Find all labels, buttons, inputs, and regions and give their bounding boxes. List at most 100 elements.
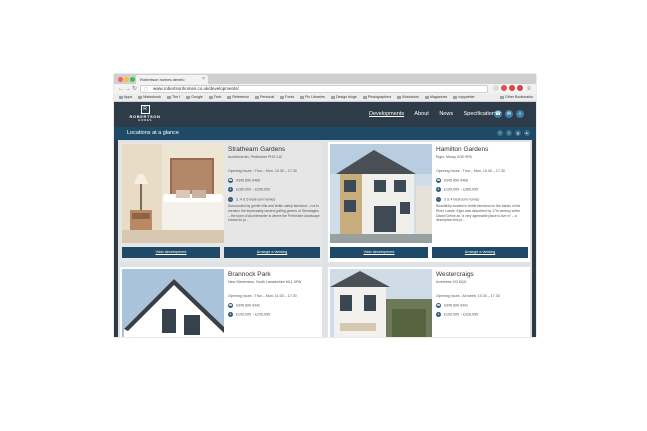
extension-icon-2[interactable] <box>509 85 515 91</box>
nav-specifications[interactable]: Specifications <box>464 111 498 117</box>
house-icon: ⌂ <box>228 196 233 202</box>
back-arrow-icon[interactable]: ← <box>118 85 124 93</box>
view-development-button[interactable]: View development <box>330 247 428 258</box>
mail-icon[interactable]: ✉ <box>505 110 513 118</box>
folder-icon <box>397 95 402 99</box>
youtube-icon[interactable]: ▸ <box>524 130 530 136</box>
bedroom-info: 3 & 4 bedroom homes <box>444 197 480 202</box>
development-info: Hamilton Gardens Elgin, Moray IV30 5PA O… <box>436 145 528 223</box>
phone-row[interactable]: ☎ 0345 890 9441 <box>436 303 528 308</box>
folder-icon <box>453 95 458 99</box>
pound-icon: £ <box>436 312 441 318</box>
development-card: Brannock Park New Stevenston, North Lana… <box>120 267 322 337</box>
house-icon: ⌂ <box>436 196 441 202</box>
folder-icon <box>166 95 171 99</box>
price-row: £ £145,995 – £235,995 <box>228 312 320 318</box>
house-photo <box>330 269 432 337</box>
price-range: £199,995 – £389,995 <box>444 187 478 192</box>
phone-icon: ☎ <box>228 303 233 308</box>
development-title[interactable]: Strathearn Gardens <box>228 145 320 154</box>
development-description: Beautifully located in fertile farmland … <box>436 204 521 223</box>
nav-about[interactable]: About <box>414 111 428 117</box>
bookmark-item[interactable]: The t <box>166 94 180 101</box>
developments-grid: Strathearn Gardens Auchterarder, Perthsh… <box>118 140 532 337</box>
close-window-button[interactable] <box>118 77 123 82</box>
phone-number: 0345 890 9442 <box>236 303 260 308</box>
folder-icon <box>208 95 213 99</box>
folder-icon <box>138 95 143 99</box>
view-development-button[interactable]: View development <box>122 247 220 258</box>
facebook-icon[interactable]: f <box>497 130 503 136</box>
development-title[interactable]: Hamilton Gardens <box>436 145 528 154</box>
arrange-viewing-button[interactable]: Arrange a viewing <box>224 247 320 258</box>
development-title[interactable]: Westercraigs <box>436 270 528 279</box>
phone-number: 0345 890 9468 <box>444 178 468 183</box>
bookmark-item[interactable]: Design blogs <box>330 94 357 101</box>
reload-icon[interactable]: ↻ <box>132 85 137 93</box>
house-photo <box>330 144 432 243</box>
extension-icon-3[interactable] <box>517 85 523 91</box>
bookmark-item[interactable]: Illustrators <box>397 94 419 101</box>
logo-mark: R <box>140 105 150 114</box>
minimize-window-button[interactable] <box>124 77 129 82</box>
search-icon[interactable]: ⌕ <box>516 110 524 118</box>
bookmark-item[interactable]: Personal <box>254 94 274 101</box>
folder-icon <box>424 95 429 99</box>
development-photo[interactable] <box>122 269 224 337</box>
bookmark-item[interactable]: Makerbook <box>138 94 161 101</box>
extension-icon[interactable] <box>501 85 507 91</box>
phone-icon[interactable]: ☎ <box>494 110 502 118</box>
price-range: £199,995 – £328,995 <box>444 312 478 317</box>
phone-row[interactable]: ☎ 0345 890 9442 <box>228 303 320 308</box>
close-icon[interactable]: × <box>202 75 205 84</box>
phone-icon: ☎ <box>436 303 441 308</box>
phone-row[interactable]: ☎ 0345 890 9468 <box>436 178 528 183</box>
google-plus-icon[interactable]: g <box>515 130 521 136</box>
logo-sub: HOMES <box>137 118 152 122</box>
address-bar[interactable]: ◻ www.robertsonhomes.co.uk/developments/ <box>140 85 488 93</box>
house-photo <box>122 269 224 337</box>
nav-developments[interactable]: Developments <box>369 111 404 117</box>
bookmark-item[interactable]: Google <box>186 94 203 101</box>
phone-row[interactable]: ☎ 0345 890 9466 <box>228 178 320 183</box>
bookmark-item[interactable]: Reference <box>227 94 249 101</box>
arrange-viewing-button[interactable]: Arrange a viewing <box>432 247 528 258</box>
opening-hours: Opening hours : Thur – Mon, 10.30 – 17.3… <box>228 169 297 173</box>
other-bookmarks[interactable]: Other Bookmarks <box>500 94 533 101</box>
phone-number: 0345 890 9441 <box>444 303 468 308</box>
pound-icon: £ <box>228 312 233 318</box>
bookmark-item[interactable]: Pic Libraries <box>300 94 325 101</box>
development-title[interactable]: Brannock Park <box>228 270 320 279</box>
development-photo[interactable] <box>330 269 432 337</box>
star-icon[interactable] <box>493 85 499 91</box>
browser-tab[interactable]: Robertson homes develo × <box>136 75 208 84</box>
bedroom-photo <box>122 144 224 243</box>
maximize-window-button[interactable] <box>130 77 135 82</box>
twitter-icon[interactable]: t <box>506 130 512 136</box>
bookmark-item[interactable]: Photographers <box>362 94 391 101</box>
development-photo[interactable] <box>122 144 224 243</box>
price-range: £145,995 – £235,995 <box>236 312 270 317</box>
price-row: £ £199,995 – £389,995 <box>436 187 528 193</box>
forward-arrow-icon[interactable]: → <box>125 85 131 93</box>
robertson-logo[interactable]: R ROBERTSON HOMES <box>127 105 163 125</box>
bookmark-item[interactable]: Magazines <box>424 94 447 101</box>
browser-window: Robertson homes develo × ← → ↻ ◻ www.rob… <box>114 74 536 337</box>
folder-icon <box>280 95 285 99</box>
opening-hours: Opening hours : All week, 10.30 – 17.30 <box>436 294 500 298</box>
bookmark-item[interactable]: Tech <box>208 94 221 101</box>
development-address: Inverness IV3 8QG <box>436 280 467 284</box>
bedrooms-row: ⌂ 3, 4 & 5 bedroom homes <box>228 196 320 202</box>
bookmark-item[interactable]: Fonts <box>280 94 294 101</box>
bookmark-item[interactable]: copywriter <box>453 94 475 101</box>
development-info: Brannock Park New Stevenston, North Lana… <box>228 270 320 318</box>
bookmark-item[interactable]: Apps <box>119 94 132 101</box>
folder-icon <box>362 95 367 99</box>
development-info: Westercraigs Inverness IV3 8QG Opening h… <box>436 270 528 318</box>
folder-icon <box>186 95 191 99</box>
development-photo[interactable] <box>330 144 432 243</box>
bookmarks-bar: Apps Makerbook The t Google Tech Referen… <box>114 94 536 102</box>
site-header: R ROBERTSON HOMES Developments About New… <box>114 102 536 127</box>
menu-icon[interactable]: ≡ <box>527 85 531 93</box>
nav-news[interactable]: News <box>439 111 453 117</box>
